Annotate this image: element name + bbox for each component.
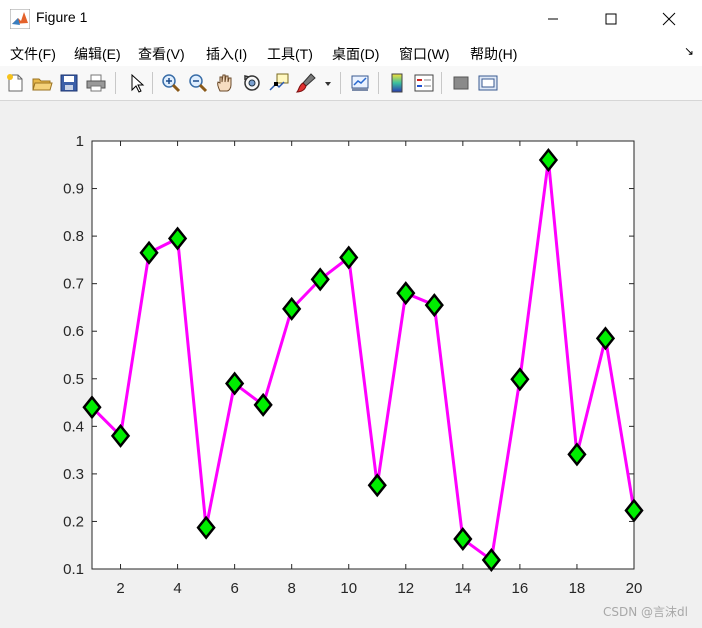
y-tick-label: 0.3	[63, 466, 84, 483]
menu-edit[interactable]: 编辑(E)	[74, 44, 121, 64]
zoom-in-icon[interactable]	[160, 72, 182, 94]
y-tick-label: 0.7	[63, 276, 84, 293]
open-file-icon[interactable]	[31, 72, 53, 94]
y-tick-label: 0.2	[63, 513, 84, 530]
legend-icon[interactable]	[413, 72, 435, 94]
data-cursor-icon[interactable]	[268, 72, 290, 94]
menu-help[interactable]: 帮助(H)	[470, 44, 517, 64]
menu-view[interactable]: 查看(V)	[138, 44, 185, 64]
pan-hand-icon[interactable]	[214, 72, 236, 94]
x-tick-label: 8	[288, 580, 296, 597]
hide-plot-tools-icon[interactable]	[450, 72, 472, 94]
menu-tools[interactable]: 工具(T)	[267, 44, 313, 64]
x-tick-label: 14	[454, 580, 471, 597]
print-icon[interactable]	[85, 72, 107, 94]
maximize-icon	[605, 13, 617, 25]
save-icon[interactable]	[58, 72, 80, 94]
close-icon	[662, 12, 676, 26]
watermark: CSDN @言沫dl	[603, 605, 688, 619]
menu-desktop[interactable]: 桌面(D)	[332, 44, 379, 64]
toolbar-separator	[115, 72, 116, 94]
toolbar-separator	[340, 72, 341, 94]
menu-bar: 文件(F) 编辑(E) 查看(V) 插入(I) 工具(T) 桌面(D) 窗口(W…	[0, 38, 702, 66]
link-plot-icon[interactable]	[349, 72, 371, 94]
plot-area: 2 4 6 8 10 12 14 16 18 20 0.1 0.2 0.3 0.4 0.5 0.6 0.7 0.8…	[0, 101, 702, 628]
x-tick-label: 6	[230, 580, 238, 597]
x-tick-label: 12	[397, 580, 414, 597]
close-button[interactable]	[646, 4, 692, 34]
y-tick-label: 0.6	[63, 323, 84, 340]
brush-icon[interactable]	[295, 72, 317, 94]
show-plot-tools-icon[interactable]	[477, 72, 499, 94]
x-tick-label: 18	[569, 580, 586, 597]
x-tick-label: 2	[116, 580, 124, 597]
minimize-icon	[548, 18, 558, 20]
y-tick-label: 1	[76, 133, 84, 150]
figure-window: Figure 1 文件(F) 编辑(E) 查看(V) 插入(I) 工具(T) 桌…	[0, 0, 702, 628]
title-bar: Figure 1	[0, 0, 702, 38]
matlab-logo-icon	[10, 9, 30, 29]
minimize-button[interactable]	[530, 4, 576, 34]
figure-toolbar	[0, 66, 702, 101]
brush-dropdown-icon[interactable]	[322, 72, 334, 94]
menu-file[interactable]: 文件(F)	[10, 44, 56, 64]
x-tick-label: 4	[173, 580, 181, 597]
y-tick-label: 0.8	[63, 228, 84, 245]
colorbar-icon[interactable]	[386, 72, 408, 94]
x-tick-label: 20	[626, 580, 643, 597]
dock-arrow-icon[interactable]: ↘	[684, 44, 694, 58]
maximize-button[interactable]	[588, 4, 634, 34]
menu-window[interactable]: 窗口(W)	[399, 44, 450, 64]
x-tick-label: 16	[512, 580, 529, 597]
menu-insert[interactable]: 插入(I)	[206, 44, 247, 64]
zoom-out-icon[interactable]	[187, 72, 209, 94]
toolbar-separator	[152, 72, 153, 94]
y-tick-label: 0.5	[63, 371, 84, 388]
line-chart[interactable]: 2 4 6 8 10 12 14 16 18 20 0.1 0.2 0.3 0.4 0.5 0.6 0.7 0.8…	[0, 101, 702, 628]
window-title: Figure 1	[36, 9, 88, 25]
toolbar-separator	[441, 72, 442, 94]
x-tick-label: 10	[340, 580, 357, 597]
y-tick-label: 0.1	[63, 561, 84, 578]
y-tick-label: 0.4	[63, 418, 84, 435]
new-figure-icon[interactable]	[4, 72, 26, 94]
toolbar-separator	[378, 72, 379, 94]
select-arrow-icon[interactable]	[125, 72, 147, 94]
rotate-3d-icon[interactable]	[241, 72, 263, 94]
y-tick-label: 0.9	[63, 181, 84, 198]
